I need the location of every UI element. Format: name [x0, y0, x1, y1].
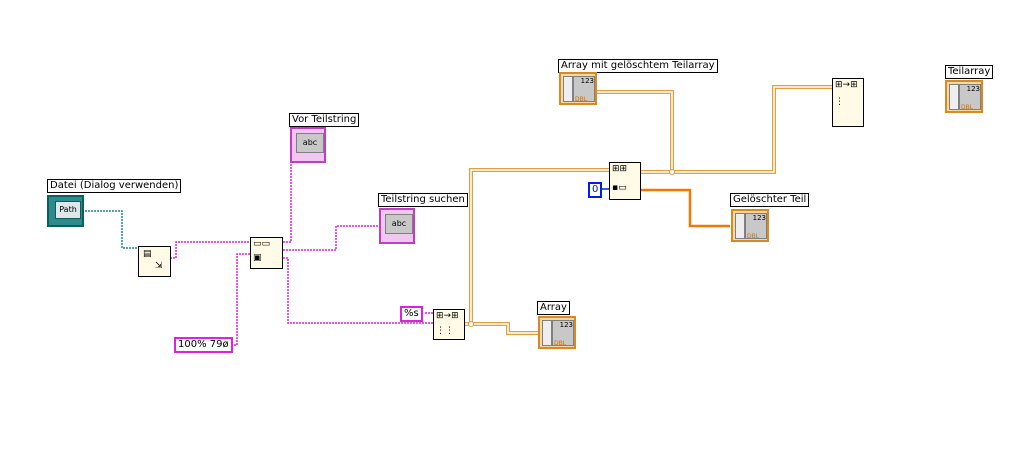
array-index-icon: ⊞→⊞	[835, 80, 858, 90]
file-icon: ▤	[143, 249, 152, 259]
label-array-mit-geloeschtem: Array mit gelöschtem Teilarray	[558, 59, 718, 73]
string-wire-to-teilstring-suchen	[283, 225, 380, 251]
path-control-terminal[interactable]: Path	[47, 195, 84, 227]
index-display	[563, 76, 573, 102]
format-string-constant[interactable]: %s	[400, 306, 423, 322]
deleted-part-wire	[641, 188, 730, 228]
delete-icon: ▪▭	[612, 183, 627, 193]
label-geloeschter-teil: Gelöschter Teil	[730, 193, 810, 207]
string-split-icon: ▭▭	[253, 239, 271, 249]
wire-junction	[669, 169, 675, 175]
label-array: Array	[537, 301, 570, 315]
array-wire-scan-to-array	[465, 322, 538, 335]
teilarray-indicator[interactable]: 123 DBL	[945, 80, 983, 113]
delete-from-array-node[interactable]: ⊞⊞ ▪▭	[609, 162, 641, 200]
split-string-node[interactable]: ▭▭ ▣	[250, 237, 283, 269]
label-teilstring-suchen: Teilstring suchen	[378, 193, 468, 207]
matrix-icon: ⋮⋮	[436, 326, 454, 336]
index-array-node[interactable]: ⊞→⊞ ⋮	[832, 78, 864, 127]
index-constant[interactable]: 0	[588, 182, 603, 198]
arrow-icon: ⇲	[155, 261, 163, 271]
grid-icon: ⊞→⊞	[436, 311, 459, 321]
wire-junction	[468, 321, 474, 327]
array-mit-geloeschtem-indicator[interactable]: 123 DBL	[559, 72, 597, 105]
path-wire	[85, 210, 138, 249]
index-display	[735, 213, 745, 239]
teilstring-suchen-indicator[interactable]: abc	[379, 208, 415, 244]
teilstring-suchen-display: abc	[385, 214, 413, 234]
path-control-value: Path	[55, 201, 81, 219]
offset-icon: ▣	[253, 253, 262, 263]
vor-teilstring-indicator[interactable]: abc	[290, 127, 326, 163]
label-datei: Datei (Dialog verwenden)	[47, 179, 182, 193]
label-vor-teilstring: Vor Teilstring	[289, 113, 360, 127]
dbl-type-label: DBL	[747, 233, 760, 240]
dbl-type-label: DBL	[554, 340, 567, 347]
dbl-type-label: DBL	[961, 104, 974, 111]
array-indicator[interactable]: 123 DBL	[538, 316, 576, 349]
array-wire-delete-to-index	[641, 85, 833, 174]
wire-layer	[85, 85, 833, 346]
array-wire-to-array-mit	[597, 90, 674, 172]
string-wire-file-to-split	[170, 241, 250, 259]
array-grid-icon: ⊞⊞	[612, 164, 628, 174]
vor-teilstring-display: abc	[296, 133, 324, 153]
search-string-constant[interactable]: 100% 79ø	[174, 337, 233, 353]
read-file-node[interactable]: ▤ ⇲	[138, 246, 171, 277]
dbl-type-label: DBL	[575, 96, 588, 103]
label-teilarray: Teilarray	[945, 65, 994, 79]
string-wire-search-const	[231, 253, 250, 346]
index-terminals-icon: ⋮	[835, 97, 844, 107]
index-display	[542, 320, 552, 346]
string-wire-to-vor-teilstring	[283, 160, 292, 243]
geloeschter-teil-indicator[interactable]: 123 DBL	[731, 209, 769, 242]
index-display	[949, 84, 959, 110]
spreadsheet-to-array-node[interactable]: ⊞→⊞ ⋮⋮	[433, 309, 465, 340]
